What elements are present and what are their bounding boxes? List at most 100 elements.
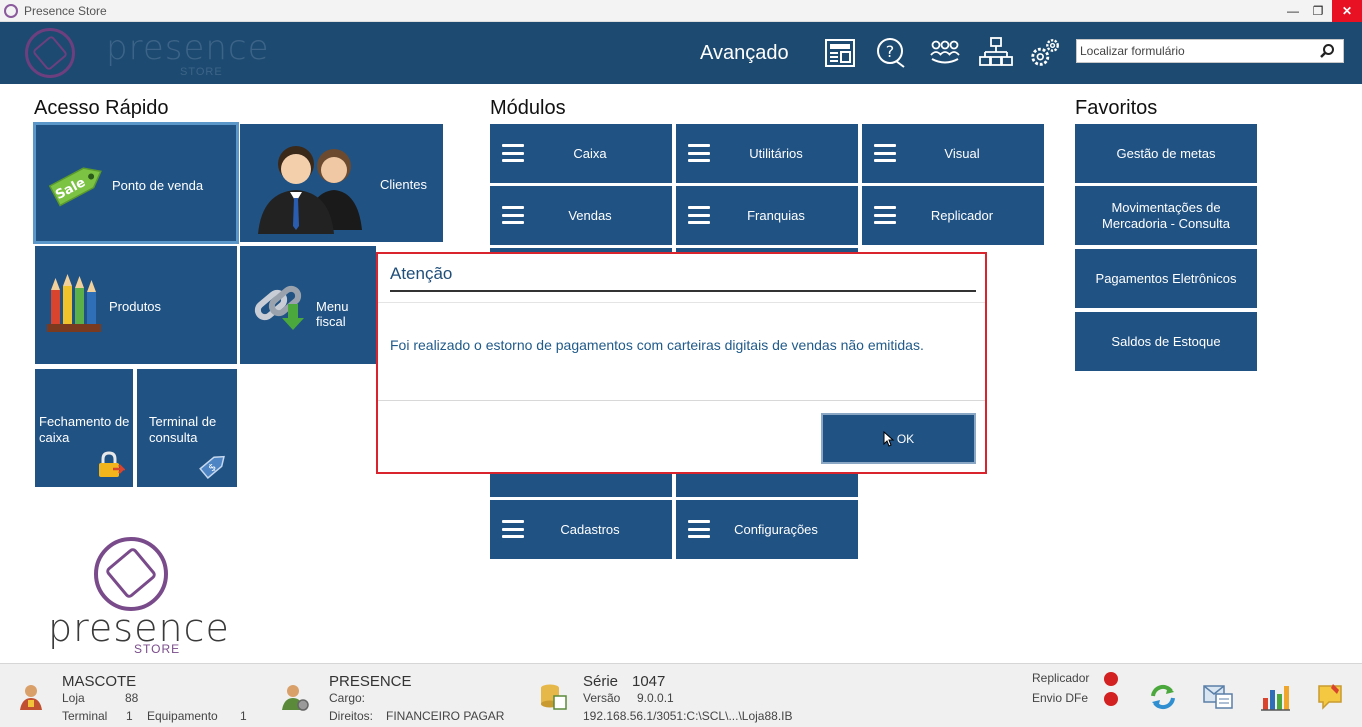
window-titlebar: Presence Store — ❐ ✕ — [0, 0, 1362, 22]
settings-icon[interactable] — [1028, 36, 1062, 70]
header-brand-sub: STORE — [180, 66, 223, 78]
module-caixa[interactable]: Caixa — [490, 124, 672, 183]
app-header: presence STORE Avançado ? — [0, 22, 1362, 84]
favorite-movimentacoes[interactable]: Movimentações de Mercadoria - Consulta — [1075, 186, 1257, 245]
search-icon[interactable] — [1315, 40, 1339, 62]
module-replicador[interactable]: Replicador — [862, 186, 1044, 245]
dfe-label: Envio DFe — [1032, 691, 1089, 705]
clients-people-icon — [254, 134, 366, 241]
minimize-button[interactable]: — — [1282, 0, 1304, 22]
help-icon[interactable]: ? — [874, 36, 908, 70]
tile-label: Produtos — [109, 299, 162, 314]
module-label: Caixa — [573, 146, 607, 161]
store-label: Loja — [62, 691, 85, 705]
equipment-label: Equipamento — [147, 709, 218, 723]
module-visual[interactable]: Visual — [862, 124, 1044, 183]
sale-tag-icon: Sale — [46, 159, 108, 212]
equipment-value: 1 — [240, 709, 247, 723]
price-tag-icon: $ — [199, 451, 229, 482]
favorites-title: Favoritos — [1075, 97, 1158, 119]
tile-label: Fechamento de caixa — [39, 414, 130, 445]
tile-produtos[interactable]: Produtos — [35, 246, 237, 364]
user-name: MASCOTE — [62, 673, 137, 690]
svg-text:?: ? — [886, 42, 895, 61]
store-value: 88 — [125, 691, 139, 705]
dialog-message: Foi realizado o estorno de pagamentos co… — [390, 337, 924, 353]
series-value: 1047 — [632, 673, 666, 690]
app-icon — [4, 3, 18, 18]
terminal-value: 1 — [126, 709, 133, 723]
tile-menu-fiscal[interactable]: Menu fiscal — [240, 246, 376, 364]
version-label: Versão — [583, 691, 621, 705]
dialog-title-underline — [390, 290, 976, 292]
module-label: Configurações — [734, 522, 818, 537]
tile-label: Terminal de consulta — [149, 414, 217, 445]
dialog-footer-divider — [378, 400, 985, 401]
dialog-divider — [378, 302, 985, 303]
favorite-label: Movimentações de Mercadoria - Consulta — [1102, 199, 1230, 231]
products-pencils-icon — [47, 274, 103, 337]
favorite-label: Gestão de metas — [1116, 145, 1216, 161]
search-input[interactable] — [1077, 41, 1315, 61]
tile-label: Ponto de venda — [112, 178, 204, 193]
notes-icon[interactable] — [1314, 680, 1348, 714]
header-brand: presence — [106, 28, 270, 68]
replicator-status-icon — [1104, 672, 1118, 686]
module-label: Replicador — [930, 208, 994, 223]
ok-button[interactable]: OK — [821, 413, 976, 464]
database-icon — [536, 680, 570, 714]
favorite-pagamentos-eletronicos[interactable]: Pagamentos Eletrônicos — [1075, 249, 1257, 308]
quick-access-title: Acesso Rápido — [34, 97, 169, 119]
role-label: Cargo: — [329, 691, 366, 705]
restore-button[interactable]: ❐ — [1307, 0, 1329, 22]
news-icon[interactable] — [823, 36, 857, 70]
tile-terminal-de-consulta[interactable]: Terminal de consulta $ — [137, 369, 237, 487]
messages-icon[interactable] — [1201, 680, 1235, 714]
module-label: Franquias — [747, 208, 805, 223]
users-icon[interactable] — [928, 36, 962, 70]
rights-value: FINANCEIRO PAGAR — [386, 709, 505, 723]
refresh-icon[interactable] — [1146, 680, 1180, 714]
module-label: Utilitários — [749, 146, 803, 161]
brand-logo-sub: STORE — [134, 642, 181, 656]
favorite-gestao-de-metas[interactable]: Gestão de metas — [1075, 124, 1257, 183]
module-utilitarios[interactable]: Utilitários — [676, 124, 858, 183]
favorite-saldos-de-estoque[interactable]: Saldos de Estoque — [1075, 312, 1257, 371]
dfe-status-icon — [1104, 692, 1118, 706]
window-controls: — ❐ ✕ — [1279, 0, 1362, 22]
search-box — [1076, 39, 1344, 63]
tile-fechamento-de-caixa[interactable]: Fechamento de caixa — [35, 369, 133, 487]
replicator-label: Replicador — [1032, 671, 1090, 685]
user-avatar-icon — [14, 680, 48, 714]
tile-label: Menu fiscal — [316, 299, 349, 329]
close-button[interactable]: ✕ — [1332, 0, 1362, 22]
tile-ponto-de-venda[interactable]: Sale Ponto de venda — [33, 122, 239, 244]
module-cadastros[interactable]: Cadastros — [490, 500, 672, 559]
module-label: Visual — [944, 146, 980, 161]
lock-icon — [97, 451, 127, 482]
module-vendas[interactable]: Vendas — [490, 186, 672, 245]
module-label: Vendas — [568, 208, 612, 223]
user-settings-icon — [278, 680, 312, 714]
tile-clientes[interactable]: Clientes — [240, 124, 443, 242]
series-label: Série — [583, 673, 619, 690]
window-title: Presence Store — [24, 3, 107, 18]
status-bar: MASCOTE Loja 88 Terminal 1 Equipamento 1… — [0, 663, 1362, 727]
network-icon[interactable] — [979, 36, 1013, 70]
dialog-title: Atenção — [390, 264, 453, 283]
tile-label: Clientes — [380, 177, 427, 192]
module-franquias[interactable]: Franquias — [676, 186, 858, 245]
modules-title: Módulos — [490, 97, 566, 119]
module-label: Cadastros — [560, 522, 620, 537]
link-download-icon — [250, 276, 312, 337]
bar-chart-icon[interactable] — [1258, 680, 1292, 714]
favorite-label: Pagamentos Eletrônicos — [1095, 270, 1237, 286]
terminal-label: Terminal — [62, 709, 108, 723]
connection-path: 192.168.56.1/3051:C:\SCL\...\Loja88.IB — [583, 709, 793, 723]
advanced-link[interactable]: Avançado — [700, 42, 789, 65]
ok-button-label: OK — [896, 431, 915, 446]
rights-label: Direitos: — [329, 709, 374, 723]
module-configuracoes[interactable]: Configurações — [676, 500, 858, 559]
attention-dialog: Atenção Foi realizado o estorno de pagam… — [376, 252, 987, 474]
favorite-label: Saldos de Estoque — [1111, 333, 1221, 349]
